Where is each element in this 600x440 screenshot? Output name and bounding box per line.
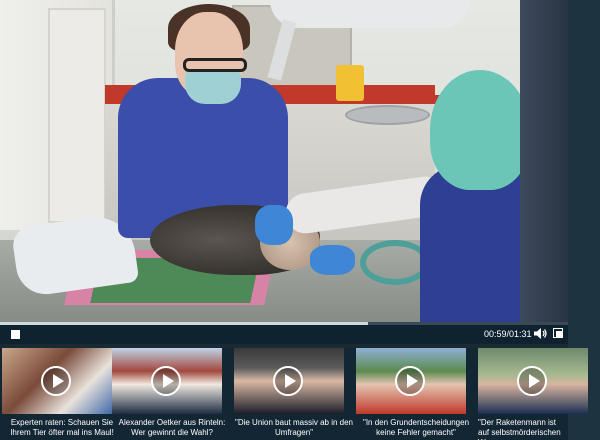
scene-machine bbox=[520, 0, 568, 322]
scene-vet-glasses bbox=[183, 58, 247, 72]
thumbnail-title: Alexander Oetker aus Rinteln: Wer gewinn… bbox=[118, 418, 226, 437]
play-icon[interactable] bbox=[151, 366, 181, 396]
thumbnail-title: "Die Union baut massiv ab in den Umfrage… bbox=[234, 418, 353, 437]
fullscreen-icon[interactable] bbox=[553, 328, 563, 338]
thumbnail-title: Experten raten: Schauen Sie Ihrem Tier ö… bbox=[10, 418, 114, 437]
play-icon[interactable] bbox=[395, 366, 425, 396]
thumbnail-item[interactable]: Alexander Oetker aus Rinteln: Wer gewinn… bbox=[112, 348, 225, 440]
video-frame[interactable] bbox=[0, 0, 568, 322]
scene-assistant-cap bbox=[430, 70, 530, 190]
scene-glove bbox=[255, 205, 293, 245]
scene-lamp bbox=[270, 0, 470, 28]
player-controls: 00:59/01:31 bbox=[0, 322, 568, 344]
thumbnail-item[interactable]: "Die Union baut massiv ab in den Umfrage… bbox=[234, 348, 353, 440]
scene-vet-mask bbox=[185, 70, 241, 104]
play-icon[interactable] bbox=[41, 366, 71, 396]
thumbnail-title: "In den Grundentscheidungen keine Fehler… bbox=[362, 418, 470, 437]
thumbnail-item[interactable]: "Der Raketenmann ist auf selbstmörderisc… bbox=[478, 348, 588, 440]
thumbnail-title: "Der Raketenmann ist auf selbstmörderisc… bbox=[478, 418, 561, 440]
thumbnail-item[interactable]: "In den Grundentscheidungen keine Fehler… bbox=[356, 348, 469, 440]
play-icon[interactable] bbox=[517, 366, 547, 396]
time-display: 00:59/01:31 bbox=[484, 329, 532, 339]
progress-bar[interactable] bbox=[0, 322, 568, 325]
volume-icon[interactable] bbox=[534, 328, 547, 339]
scene-sink bbox=[345, 105, 430, 125]
related-videos-carousel: Experten raten: Schauen Sie Ihrem Tier ö… bbox=[0, 348, 588, 440]
stop-icon[interactable] bbox=[11, 330, 20, 339]
scene-yellow-container bbox=[336, 65, 364, 101]
scene-glove bbox=[310, 245, 355, 275]
scene-door-panel bbox=[48, 8, 106, 223]
thumbnail-item[interactable]: Experten raten: Schauen Sie Ihrem Tier ö… bbox=[2, 348, 114, 440]
play-icon[interactable] bbox=[273, 366, 303, 396]
progress-fill bbox=[0, 322, 369, 325]
